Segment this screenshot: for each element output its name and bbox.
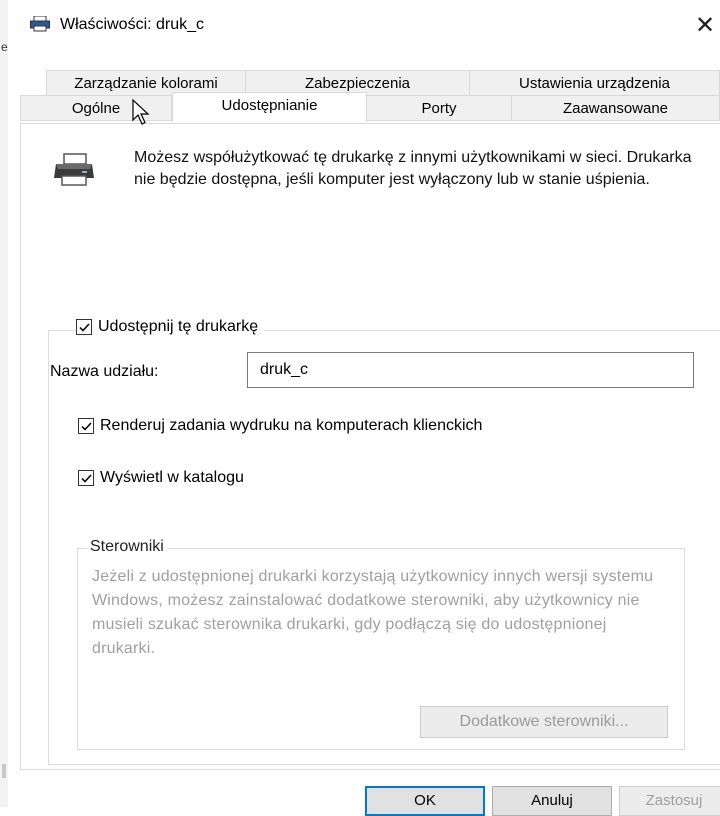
render-jobs-label: Renderuj zadania wydruku na komputerach … xyxy=(100,417,483,434)
mouse-pointer-icon xyxy=(132,98,150,125)
background-window-char: e xyxy=(1,40,8,54)
background-window-mark xyxy=(2,764,6,778)
additional-drivers-button[interactable]: Dodatkowe sterowniki... xyxy=(420,706,668,738)
close-icon[interactable]: ✕ xyxy=(690,12,720,40)
printer-icon xyxy=(54,153,94,186)
share-printer-check-icon[interactable] xyxy=(76,319,92,335)
list-in-directory-label: Wyświetl w katalogu xyxy=(100,469,244,486)
cancel-button[interactable]: Anuluj xyxy=(492,786,612,816)
render-jobs-checkbox[interactable]: Renderuj zadania wydruku na komputerach … xyxy=(78,417,489,435)
ok-button[interactable]: OK xyxy=(365,786,485,816)
tab-advanced[interactable]: Zaawansowane xyxy=(511,95,720,121)
list-in-directory-checkbox[interactable]: Wyświetl w katalogu xyxy=(78,469,250,487)
tab-sharing[interactable]: Udostępnianie xyxy=(172,92,367,122)
apply-button[interactable]: Zastosuj xyxy=(619,786,720,816)
share-name-label: Nazwa udziału: xyxy=(50,363,159,380)
sharing-description: Możesz współużytkować tę drukarkę z inny… xyxy=(134,149,692,188)
background-window-edge: e xyxy=(0,0,8,807)
drivers-description: Jeżeli z udostępnionej drukarki korzysta… xyxy=(92,568,654,657)
printer-title-icon xyxy=(30,16,50,32)
share-name-input[interactable]: druk_c xyxy=(247,352,694,388)
window-title: Właściwości: druk_c xyxy=(60,16,205,33)
list-in-directory-check-icon[interactable] xyxy=(78,470,94,486)
tab-ports[interactable]: Porty xyxy=(366,95,512,121)
share-printer-label: Udostępnij tę drukarkę xyxy=(98,318,259,335)
share-printer-checkbox[interactable]: Udostępnij tę drukarkę xyxy=(76,318,265,336)
drivers-legend: Sterowniki xyxy=(87,538,167,556)
title-bar: Właściwości: druk_c ✕ xyxy=(8,0,720,52)
render-jobs-check-icon[interactable] xyxy=(78,418,94,434)
tab-device-settings[interactable]: Ustawienia urządzenia xyxy=(469,70,720,96)
